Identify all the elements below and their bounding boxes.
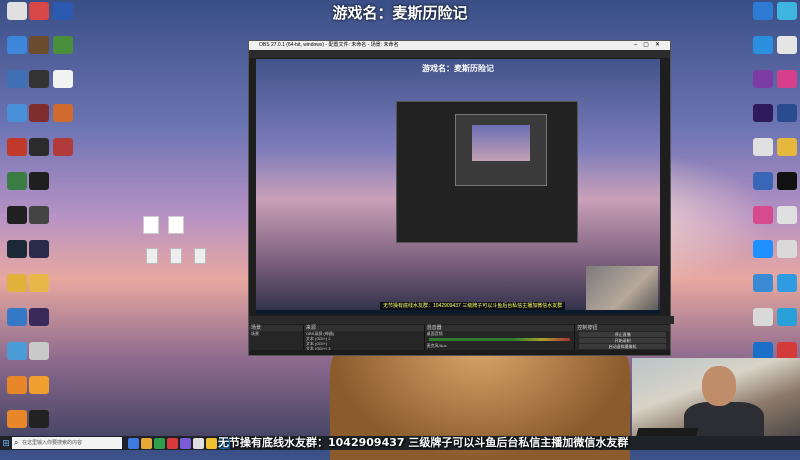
taskbar-search-input[interactable]: 在这里输入你要搜索的内容 xyxy=(12,437,122,449)
desktop-icon[interactable] xyxy=(24,342,54,372)
desktop-icons-right-2 xyxy=(772,2,800,372)
preview-taskbar xyxy=(256,310,660,314)
stream-banner-overlay: 无节操有底线水友群：1042909437 三级牌子可以斗鱼后台私信主播加微信水友… xyxy=(218,436,629,449)
desktop-icon[interactable] xyxy=(772,308,800,338)
desktop-icon[interactable] xyxy=(772,2,800,32)
desktop-icon[interactable] xyxy=(24,240,54,270)
windows-start-icon[interactable]: ⊞ xyxy=(0,436,12,450)
preview-stream-title: 游戏名：麦斯历险记 xyxy=(422,64,494,73)
obs-menubar[interactable] xyxy=(249,50,670,58)
desktop-icon[interactable] xyxy=(24,206,54,236)
desktop-file-icon[interactable] xyxy=(168,216,184,234)
obs-window-title: OBS 27.0.1 (64-bit, windows) - 配置文件: 未命名… xyxy=(259,42,399,48)
mixer-track-label: 麦克风/Aux xyxy=(426,343,447,348)
desktop-icon[interactable] xyxy=(48,36,78,66)
desktop-file-icon[interactable] xyxy=(194,248,206,264)
obs-titlebar[interactable]: OBS 27.0.1 (64-bit, windows) - 配置文件: 未命名… xyxy=(249,41,670,50)
volume-meter[interactable] xyxy=(428,338,571,341)
taskbar-app-icon[interactable] xyxy=(206,437,217,449)
obs-window[interactable]: OBS 27.0.1 (64-bit, windows) - 配置文件: 未命名… xyxy=(248,40,674,356)
obs-status-bar xyxy=(249,350,670,355)
desktop-icon[interactable] xyxy=(48,138,78,168)
desktop-icon[interactable] xyxy=(772,274,800,304)
desktop-icon[interactable] xyxy=(24,172,54,202)
virtual-camera-button[interactable]: 启动虚拟摄像机 xyxy=(579,344,666,349)
webcam-person-head xyxy=(702,366,736,406)
desktop-icon[interactable] xyxy=(48,104,78,134)
taskbar-app-icon[interactable] xyxy=(141,437,152,449)
desktop-icon[interactable] xyxy=(24,308,54,338)
taskbar-app-icon[interactable] xyxy=(128,437,139,449)
nested-preview xyxy=(396,101,578,243)
stream-title-overlay: 游戏名：麦斯历险记 xyxy=(332,4,468,22)
desktop-file-icon[interactable] xyxy=(143,216,159,234)
controls-dock-title: 控制按钮 xyxy=(575,325,670,331)
nested-inner-preview xyxy=(455,114,547,186)
desktop-icon[interactable] xyxy=(772,240,800,270)
desktop-icon[interactable] xyxy=(772,206,800,236)
desktop-icon[interactable] xyxy=(772,36,800,66)
window-controls[interactable]: –▢✕ xyxy=(634,41,666,50)
taskbar-app-icon[interactable] xyxy=(193,437,204,449)
nested-innermost-preview xyxy=(472,125,530,161)
desktop-icon[interactable] xyxy=(24,376,54,406)
desktop-icon[interactable] xyxy=(772,172,800,202)
desktop-icon[interactable] xyxy=(48,2,78,32)
preview-banner: 无节操有底线水友群：1042909437 三级牌子可以斗鱼后台私信主播加微信水友… xyxy=(380,302,566,310)
scene-item[interactable]: 场景 xyxy=(249,331,303,336)
desktop-icon[interactable] xyxy=(48,70,78,100)
stop-streaming-button[interactable]: 停止直播 xyxy=(579,332,666,337)
desktop-icon[interactable] xyxy=(772,104,800,134)
mixer-track-label: 桌面音频 xyxy=(426,331,443,336)
taskbar-app-icon[interactable] xyxy=(154,437,165,449)
desktop-icon[interactable] xyxy=(24,274,54,304)
start-recording-button[interactable]: 开始录制 xyxy=(579,338,666,343)
preview-webcam xyxy=(586,266,658,310)
desktop-icon[interactable] xyxy=(772,70,800,100)
desktop-icons-left-3 xyxy=(48,2,78,168)
taskbar-apps xyxy=(128,437,230,449)
taskbar-app-icon[interactable] xyxy=(180,437,191,449)
obs-preview[interactable]: 游戏名：麦斯历险记 无节操有底线水友群：1042909437 三级牌子可以斗鱼后… xyxy=(256,59,660,314)
obs-docks-tabbar xyxy=(249,316,674,324)
desktop-file-icon[interactable] xyxy=(170,248,182,264)
desktop-file-icon[interactable] xyxy=(146,248,158,264)
taskbar-app-icon[interactable] xyxy=(167,437,178,449)
desktop-icon[interactable] xyxy=(772,138,800,168)
